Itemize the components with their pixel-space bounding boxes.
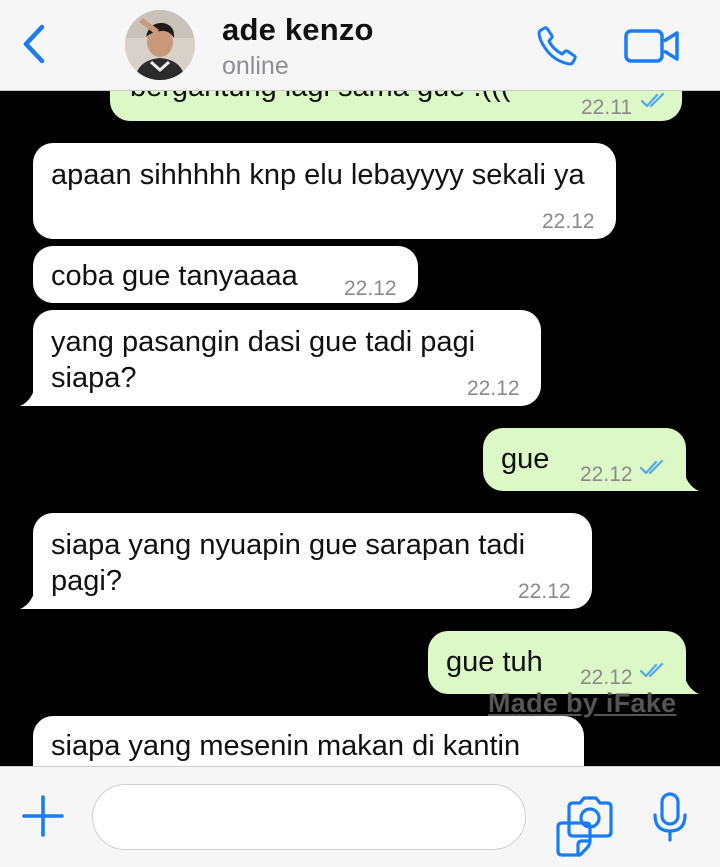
message-incoming[interactable]: siapa yang mesenin makan di kantin xyxy=(33,716,584,766)
message-time: 22.12 xyxy=(344,277,397,300)
bubble-tail xyxy=(20,380,44,406)
message-text: gue xyxy=(501,443,550,475)
message-text: coba gue tanyaaaa xyxy=(51,260,298,292)
message-input[interactable] xyxy=(92,784,592,857)
plus-icon xyxy=(22,795,64,837)
read-receipt-icon xyxy=(639,459,664,475)
camera-button[interactable] xyxy=(565,795,615,839)
message-text: yang pasangin dasi gue tadi pagi siapa? xyxy=(51,326,476,394)
message-time: 22.12 xyxy=(542,210,595,233)
chat-header: ade kenzo online xyxy=(0,0,720,91)
message-text: bergantung lagi sama gue :((( xyxy=(130,90,510,105)
microphone-button[interactable] xyxy=(650,791,690,843)
video-camera-icon xyxy=(624,29,679,63)
message-list[interactable]: bergantung lagi sama gue :((( 22.11 apaa… xyxy=(0,90,720,766)
message-time: 22.12 xyxy=(467,377,520,400)
message-incoming[interactable]: yang pasangin dasi gue tadi pagi siapa? … xyxy=(20,310,541,406)
bubble-tail xyxy=(675,668,699,694)
back-button[interactable] xyxy=(14,22,54,66)
message-outgoing[interactable]: bergantung lagi sama gue :((( 22.11 xyxy=(110,90,682,121)
message-time: 22.12 xyxy=(580,463,633,486)
voice-call-button[interactable] xyxy=(533,22,581,70)
message-text: gue tuh xyxy=(446,646,543,678)
message-outgoing[interactable]: gue 22.12 xyxy=(483,428,699,491)
contact-status: online xyxy=(222,52,289,80)
video-call-button[interactable] xyxy=(622,24,682,68)
bubble-tail xyxy=(20,583,44,609)
message-incoming[interactable]: siapa yang nyuapin gue sarapan tadi pagi… xyxy=(20,513,592,609)
phone-icon xyxy=(537,26,577,66)
microphone-icon xyxy=(653,792,687,842)
message-text: siapa yang nyuapin gue sarapan tadi pagi… xyxy=(51,529,526,597)
read-receipt-icon xyxy=(640,92,665,108)
bubble-tail xyxy=(675,465,699,491)
watermark: Made by iFake xyxy=(488,688,677,718)
message-incoming[interactable]: apaan sihhhhh knp elu lebayyyy sekali ya… xyxy=(33,143,616,239)
input-bar xyxy=(0,766,720,867)
camera-icon xyxy=(567,796,613,838)
message-outgoing[interactable]: gue tuh 22.12 xyxy=(428,631,699,694)
message-time: 22.11 xyxy=(581,96,632,119)
attach-button[interactable] xyxy=(18,791,68,841)
chevron-left-icon xyxy=(23,24,45,64)
message-time: 22.12 xyxy=(518,580,571,603)
contact-name[interactable]: ade kenzo xyxy=(222,12,374,48)
message-incoming[interactable]: coba gue tanyaaaa 22.12 xyxy=(33,246,418,303)
read-receipt-icon xyxy=(639,662,664,678)
avatar[interactable] xyxy=(125,10,195,80)
message-text: siapa yang mesenin makan di kantin xyxy=(51,730,521,762)
message-text: apaan sihhhhh knp elu lebayyyy sekali ya xyxy=(51,159,585,191)
